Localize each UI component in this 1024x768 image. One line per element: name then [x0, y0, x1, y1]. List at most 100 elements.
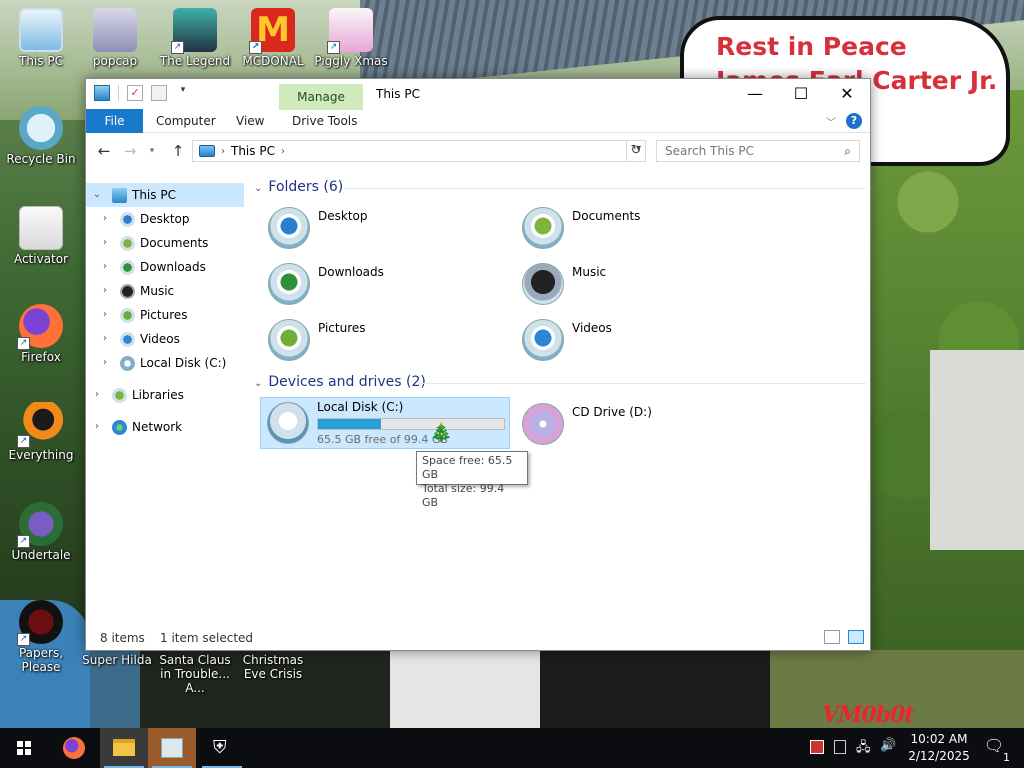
chevron-right-icon[interactable]: › — [100, 279, 110, 303]
drive-usage-fill — [318, 419, 382, 429]
action-center-button[interactable]: 🗨 1 — [982, 736, 1010, 764]
desktop-icon-super-hilda[interactable]: Super Hilda — [76, 653, 158, 667]
everything-search-icon: ↗ — [17, 402, 63, 448]
chevron-right-icon[interactable]: › — [100, 327, 110, 351]
this-pc-icon — [19, 8, 63, 52]
taskbar-app[interactable] — [148, 728, 196, 768]
folder-tile-videos[interactable]: Videos — [510, 313, 760, 365]
new-folder-icon[interactable] — [151, 85, 167, 101]
chevron-right-icon[interactable]: › — [92, 415, 102, 439]
forward-button[interactable]: → — [120, 141, 140, 161]
desktop-icon-christmas-eve-crisis[interactable]: Christmas Eve Crisis — [232, 653, 314, 681]
breadcrumb-separator-icon[interactable]: › — [281, 146, 285, 157]
sidebar-item-libraries[interactable]: › Libraries — [86, 383, 244, 407]
expand-ribbon-icon[interactable]: ﹀ — [826, 114, 836, 129]
tab-computer[interactable]: Computer — [144, 109, 228, 133]
desktop-icon-the-legend[interactable]: ↗ The Legend — [154, 8, 236, 68]
chevron-down-icon[interactable]: ⌄ — [92, 183, 102, 207]
sidebar-item-pictures[interactable]: › Pictures — [86, 303, 244, 327]
taskbar-file-explorer[interactable] — [100, 728, 148, 768]
large-icons-view-icon[interactable] — [848, 630, 864, 644]
recycle-bin-icon — [19, 106, 63, 150]
folders-group-header[interactable]: ⌄ Folders (6) — [254, 179, 343, 195]
chevron-down-icon[interactable]: ⌄ — [254, 378, 262, 389]
address-bar[interactable]: › This PC › ▾ — [192, 140, 646, 162]
start-button[interactable] — [0, 728, 48, 768]
this-pc-small-icon — [112, 188, 127, 203]
sidebar-item-desktop[interactable]: › Desktop — [86, 207, 244, 231]
sidebar-item-downloads[interactable]: › Downloads — [86, 255, 244, 279]
sidebar-item-local-disk[interactable]: › Local Disk (C:) — [86, 351, 244, 375]
devices-group-header[interactable]: ⌄ Devices and drives (2) — [254, 374, 426, 390]
sidebar-item-network[interactable]: › Network — [86, 415, 244, 439]
chevron-right-icon[interactable]: › — [100, 303, 110, 327]
sidebar-item-documents[interactable]: › Documents — [86, 231, 244, 255]
customize-chevron-icon[interactable]: ▾ — [175, 85, 191, 101]
refresh-button[interactable]: ↻ — [626, 140, 646, 162]
chevron-down-icon[interactable]: ⌄ — [254, 183, 262, 194]
close-button[interactable]: ✕ — [824, 79, 870, 109]
folder-tile-downloads[interactable]: Downloads — [256, 257, 506, 309]
this-pc-small-icon[interactable] — [94, 85, 110, 101]
search-input[interactable]: Search This PC ⌕ — [656, 140, 860, 162]
chevron-right-icon[interactable]: › — [100, 231, 110, 255]
folder-tile-documents[interactable]: Documents — [510, 201, 760, 253]
breadcrumb[interactable]: This PC — [231, 144, 275, 158]
details-view-icon[interactable] — [824, 630, 840, 644]
recent-locations-icon[interactable]: ▾ — [142, 141, 162, 161]
folder-tile-music[interactable]: Music — [510, 257, 760, 309]
tab-drive-tools[interactable]: Drive Tools — [280, 109, 369, 133]
tray-app-icon[interactable] — [810, 740, 824, 754]
minimize-button[interactable]: — — [732, 79, 778, 109]
wallpaper-watermark: VM0b0t — [822, 702, 915, 728]
notification-badge: 1 — [1003, 751, 1010, 764]
tab-file[interactable]: File — [86, 109, 143, 133]
desktop-icon-popcap[interactable]: popcap — [74, 8, 156, 68]
drive-tile-local-disk[interactable]: Local Disk (C:) 65.5 GB free of 99.4 GB — [260, 397, 510, 449]
folder-tile-pictures[interactable]: Pictures — [256, 313, 506, 365]
tooltip-line: Total size: 99.4 GB — [422, 482, 505, 509]
desktop-icon-firefox[interactable]: ↗ Firefox — [0, 304, 82, 364]
chevron-right-icon[interactable]: › — [100, 351, 110, 375]
music-folder-icon — [522, 263, 564, 305]
sidebar-item-music[interactable]: › Music — [86, 279, 244, 303]
help-icon[interactable]: ? — [846, 113, 862, 129]
folder-tile-desktop[interactable]: Desktop — [256, 201, 506, 253]
item-count: 8 items — [100, 631, 145, 645]
desktop-icon-undertale[interactable]: ↗ Undertale — [0, 502, 82, 562]
volume-icon[interactable]: 🔊 — [880, 738, 896, 753]
sidebar-item-videos[interactable]: › Videos — [86, 327, 244, 351]
taskbar-security[interactable]: ⛨ — [198, 728, 246, 768]
downloads-folder-icon — [268, 263, 310, 305]
tab-manage[interactable]: Manage — [279, 84, 363, 110]
desktop-icon-mcdonal[interactable]: M ↗ MCDONAL — [232, 8, 314, 68]
chevron-right-icon[interactable]: › — [100, 207, 110, 231]
taskbar-firefox[interactable] — [50, 728, 98, 768]
tray-device-icon[interactable] — [834, 740, 846, 754]
notification-icon: 🗨 — [983, 736, 1005, 755]
network-icon[interactable]: 🖧 — [856, 738, 871, 760]
desktop-icon-piggly-xmas[interactable]: ↗ Piggly Xmas — [310, 8, 392, 68]
desktop-icon-this-pc[interactable]: This PC — [0, 8, 82, 68]
ribbon-tabs: File Computer View Drive Tools ﹀ ? — [86, 109, 870, 133]
drive-tile-cd-drive[interactable]: CD Drive (D:) — [510, 397, 760, 449]
tile-name: CD Drive (D:) — [572, 405, 652, 419]
tab-view[interactable]: View — [224, 109, 276, 133]
up-button[interactable]: ↑ — [168, 141, 188, 161]
sidebar-item-this-pc[interactable]: ⌄ This PC — [86, 183, 244, 207]
back-button[interactable]: ← — [94, 141, 114, 161]
desktop-icon-recycle-bin[interactable]: Recycle Bin — [0, 106, 82, 166]
desktop-icon-activator[interactable]: Activator — [0, 206, 82, 266]
properties-icon[interactable]: ✓ — [127, 85, 143, 101]
desktop-icon-santa-claus[interactable]: Santa Claus in Trouble... A... — [154, 653, 236, 695]
desktop-icon-everything[interactable]: ↗ Everything — [0, 402, 82, 462]
title-bar[interactable]: ✓ ▾ Manage This PC — ☐ ✕ — [86, 79, 870, 110]
maximize-button[interactable]: ☐ — [778, 79, 824, 109]
breadcrumb-separator-icon[interactable]: › — [221, 146, 225, 157]
clock[interactable]: 10:02 AM 2/12/2025 — [902, 731, 976, 765]
desktop-icon-papers-please[interactable]: ↗ Papers, Please — [0, 600, 82, 674]
chevron-right-icon[interactable]: › — [100, 255, 110, 279]
toolbar-divider — [118, 85, 119, 101]
chevron-right-icon[interactable]: › — [92, 383, 102, 407]
sidebar-item-label: Libraries — [132, 388, 184, 402]
